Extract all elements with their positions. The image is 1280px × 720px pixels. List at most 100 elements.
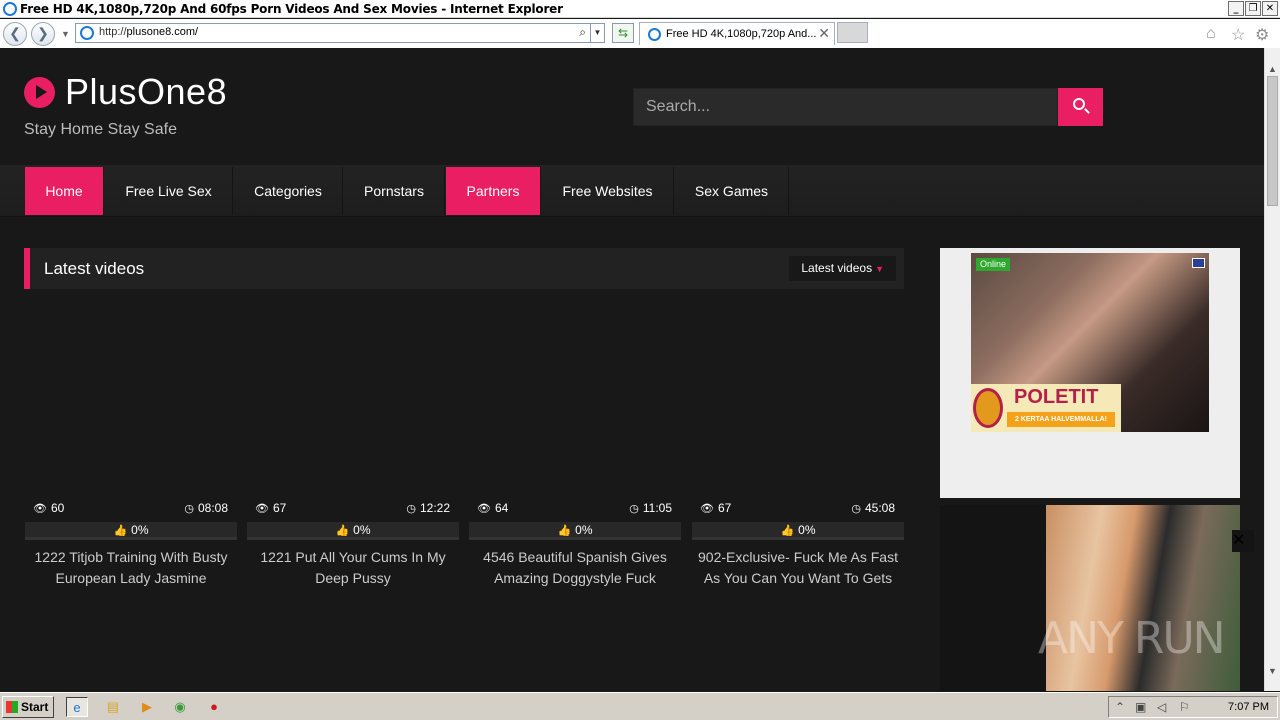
nav-pornstars[interactable]: Pornstars: [344, 167, 445, 215]
promo-logo-icon: [973, 388, 1003, 428]
rating-bar: 👍 0%: [692, 522, 904, 540]
history-dropdown-icon[interactable]: ▼: [61, 29, 70, 39]
clock-icon: ◷: [629, 503, 639, 515]
eye-icon: 👁: [33, 503, 47, 515]
video-thumbnail[interactable]: [469, 308, 681, 483]
scroll-down-icon[interactable]: ▼: [1268, 666, 1277, 676]
thumbs-up-icon: 👍: [780, 525, 795, 537]
thumbs-up-icon: 👍: [557, 525, 572, 537]
scroll-up-icon[interactable]: ▲: [1268, 64, 1277, 74]
page-icon: [80, 26, 94, 40]
search-input[interactable]: Search...: [633, 88, 1058, 126]
rating-bar: 👍 0%: [25, 522, 237, 540]
window-titlebar: Free HD 4K,1080p,720p And 60fps Porn Vid…: [0, 0, 1280, 18]
new-tab-button[interactable]: [837, 22, 868, 43]
video-title[interactable]: 4546 Beautiful Spanish Gives Amazing Dog…: [469, 547, 681, 589]
tab-page-icon: [648, 28, 661, 41]
close-window-button[interactable]: ✕: [1262, 1, 1278, 16]
address-search-icon[interactable]: ⌕: [579, 25, 586, 40]
search-button[interactable]: [1058, 88, 1103, 126]
video-thumbnail[interactable]: [247, 308, 459, 483]
back-button[interactable]: ❮: [3, 22, 27, 46]
tab-close-icon[interactable]: ✕: [818, 25, 830, 42]
home-icon[interactable]: ⌂: [1206, 25, 1216, 43]
anyrun-watermark: ANY RUN: [1038, 613, 1226, 664]
settings-gear-icon[interactable]: ⚙: [1255, 25, 1269, 45]
view-count: 👁 67: [255, 501, 287, 515]
video-title[interactable]: 1222 Titjob Training With Busty European…: [25, 547, 237, 589]
ie-logo-icon: [3, 2, 17, 16]
thumbs-up-icon: 👍: [335, 525, 350, 537]
restore-button[interactable]: ❐: [1245, 1, 1261, 16]
promo-subtitle: 2 KERTAA HALVEMMALLA!: [1007, 412, 1115, 427]
thumbs-up-icon: 👍: [113, 525, 128, 537]
network-icon[interactable]: ▣: [1135, 700, 1146, 714]
clock-icon: ◷: [184, 503, 194, 515]
ad-close-icon[interactable]: ✕: [1232, 530, 1254, 552]
nav-home[interactable]: Home: [25, 167, 104, 215]
main-nav: Home Free Live Sex Categories Pornstars …: [0, 165, 1264, 217]
video-thumbnail[interactable]: [692, 308, 904, 483]
rating-bar: 👍 0%: [469, 522, 681, 540]
video-title[interactable]: 1221 Put All Your Cums In My Deep Pussy: [247, 547, 459, 589]
action-center-flag-icon[interactable]: ⚐: [1179, 700, 1190, 714]
chrome-icon[interactable]: ◉: [169, 697, 191, 717]
clock-icon: ◷: [851, 503, 861, 515]
search-icon: [1073, 98, 1085, 110]
nav-free-websites[interactable]: Free Websites: [542, 167, 674, 215]
browser-toolbar: ❮ ❯ ▼ http://plusone8.com/ ⌕ ▼ ⇆ Free HD…: [0, 19, 1280, 48]
system-tray: ⌃ ▣ ◁ ⚐ 7:07 PM: [1108, 696, 1278, 718]
favorites-icon[interactable]: ☆: [1231, 25, 1245, 45]
uk-flag-icon: [1192, 258, 1205, 268]
video-duration: ◷ 12:22: [406, 501, 450, 515]
media-player-icon[interactable]: ▶: [136, 697, 158, 717]
web-page: PlusOne8 Stay Home Stay Safe Search... H…: [0, 48, 1264, 691]
caret-down-icon: ▼: [875, 264, 884, 274]
refresh-icon[interactable]: ⇆: [612, 23, 634, 43]
eye-icon: 👁: [700, 503, 714, 515]
video-duration: ◷ 08:08: [184, 501, 228, 515]
tab-label[interactable]: Free HD 4K,1080p,720p And...: [666, 28, 816, 40]
view-count: 👁 64: [477, 501, 509, 515]
sort-filter-button[interactable]: Latest videos ▼: [789, 256, 896, 281]
ie-taskbar-icon[interactable]: e: [66, 697, 88, 717]
video-duration: ◷ 11:05: [629, 501, 672, 515]
view-count: 👁 60: [33, 501, 65, 515]
address-url[interactable]: http://plusone8.com/: [99, 26, 198, 38]
page-scrollbar[interactable]: ▲ ▼: [1264, 48, 1280, 691]
scroll-thumb[interactable]: [1267, 76, 1278, 206]
ad-promo-banner[interactable]: POLETIT 2 KERTAA HALVEMMALLA!: [971, 384, 1121, 432]
minimize-button[interactable]: _: [1228, 1, 1244, 16]
video-duration: ◷ 45:08: [851, 501, 895, 515]
section-header: Latest videos Latest videos ▼: [24, 248, 904, 289]
nav-partners[interactable]: Partners: [446, 167, 541, 215]
nav-categories[interactable]: Categories: [234, 167, 343, 215]
browser-tab[interactable]: Free HD 4K,1080p,720p And... ✕: [639, 22, 835, 45]
window-title: Free HD 4K,1080p,720p And 60fps Porn Vid…: [20, 2, 563, 16]
video-thumbnail[interactable]: [25, 308, 237, 483]
ad-banner-webcam[interactable]: Online POLETIT 2 KERTAA HALVEMMALLA!: [940, 248, 1240, 498]
opera-icon[interactable]: ●: [203, 697, 225, 717]
windows-taskbar: Start e ▤ ▶ ◉ ● ⌃ ▣ ◁ ⚐ 7:07 PM: [0, 692, 1280, 720]
start-button[interactable]: Start: [2, 696, 54, 718]
tray-expand-icon[interactable]: ⌃: [1115, 700, 1125, 714]
clock[interactable]: 7:07 PM: [1228, 701, 1269, 713]
eye-icon: 👁: [255, 503, 269, 515]
section-title: Latest videos: [44, 259, 145, 278]
windows-logo-icon: [6, 701, 18, 713]
site-tagline: Stay Home Stay Safe: [24, 121, 177, 138]
view-count: 👁 67: [700, 501, 732, 515]
search-placeholder: Search...: [646, 98, 711, 115]
nav-sex-games[interactable]: Sex Games: [675, 167, 789, 215]
folder-icon[interactable]: ▤: [102, 697, 124, 717]
play-logo-icon[interactable]: [24, 77, 55, 108]
address-bar[interactable]: http://plusone8.com/ ⌕ ▼: [75, 23, 605, 43]
promo-title: POLETIT: [1014, 386, 1099, 408]
video-title[interactable]: 902-Exclusive- Fuck Me As Fast As You Ca…: [692, 547, 904, 589]
site-logo[interactable]: PlusOne8: [65, 71, 227, 113]
eye-icon: 👁: [477, 503, 491, 515]
address-dropdown-icon[interactable]: ▼: [590, 24, 604, 42]
nav-free-live-sex[interactable]: Free Live Sex: [105, 167, 233, 215]
volume-icon[interactable]: ◁: [1157, 700, 1166, 714]
forward-button[interactable]: ❯: [31, 22, 55, 46]
